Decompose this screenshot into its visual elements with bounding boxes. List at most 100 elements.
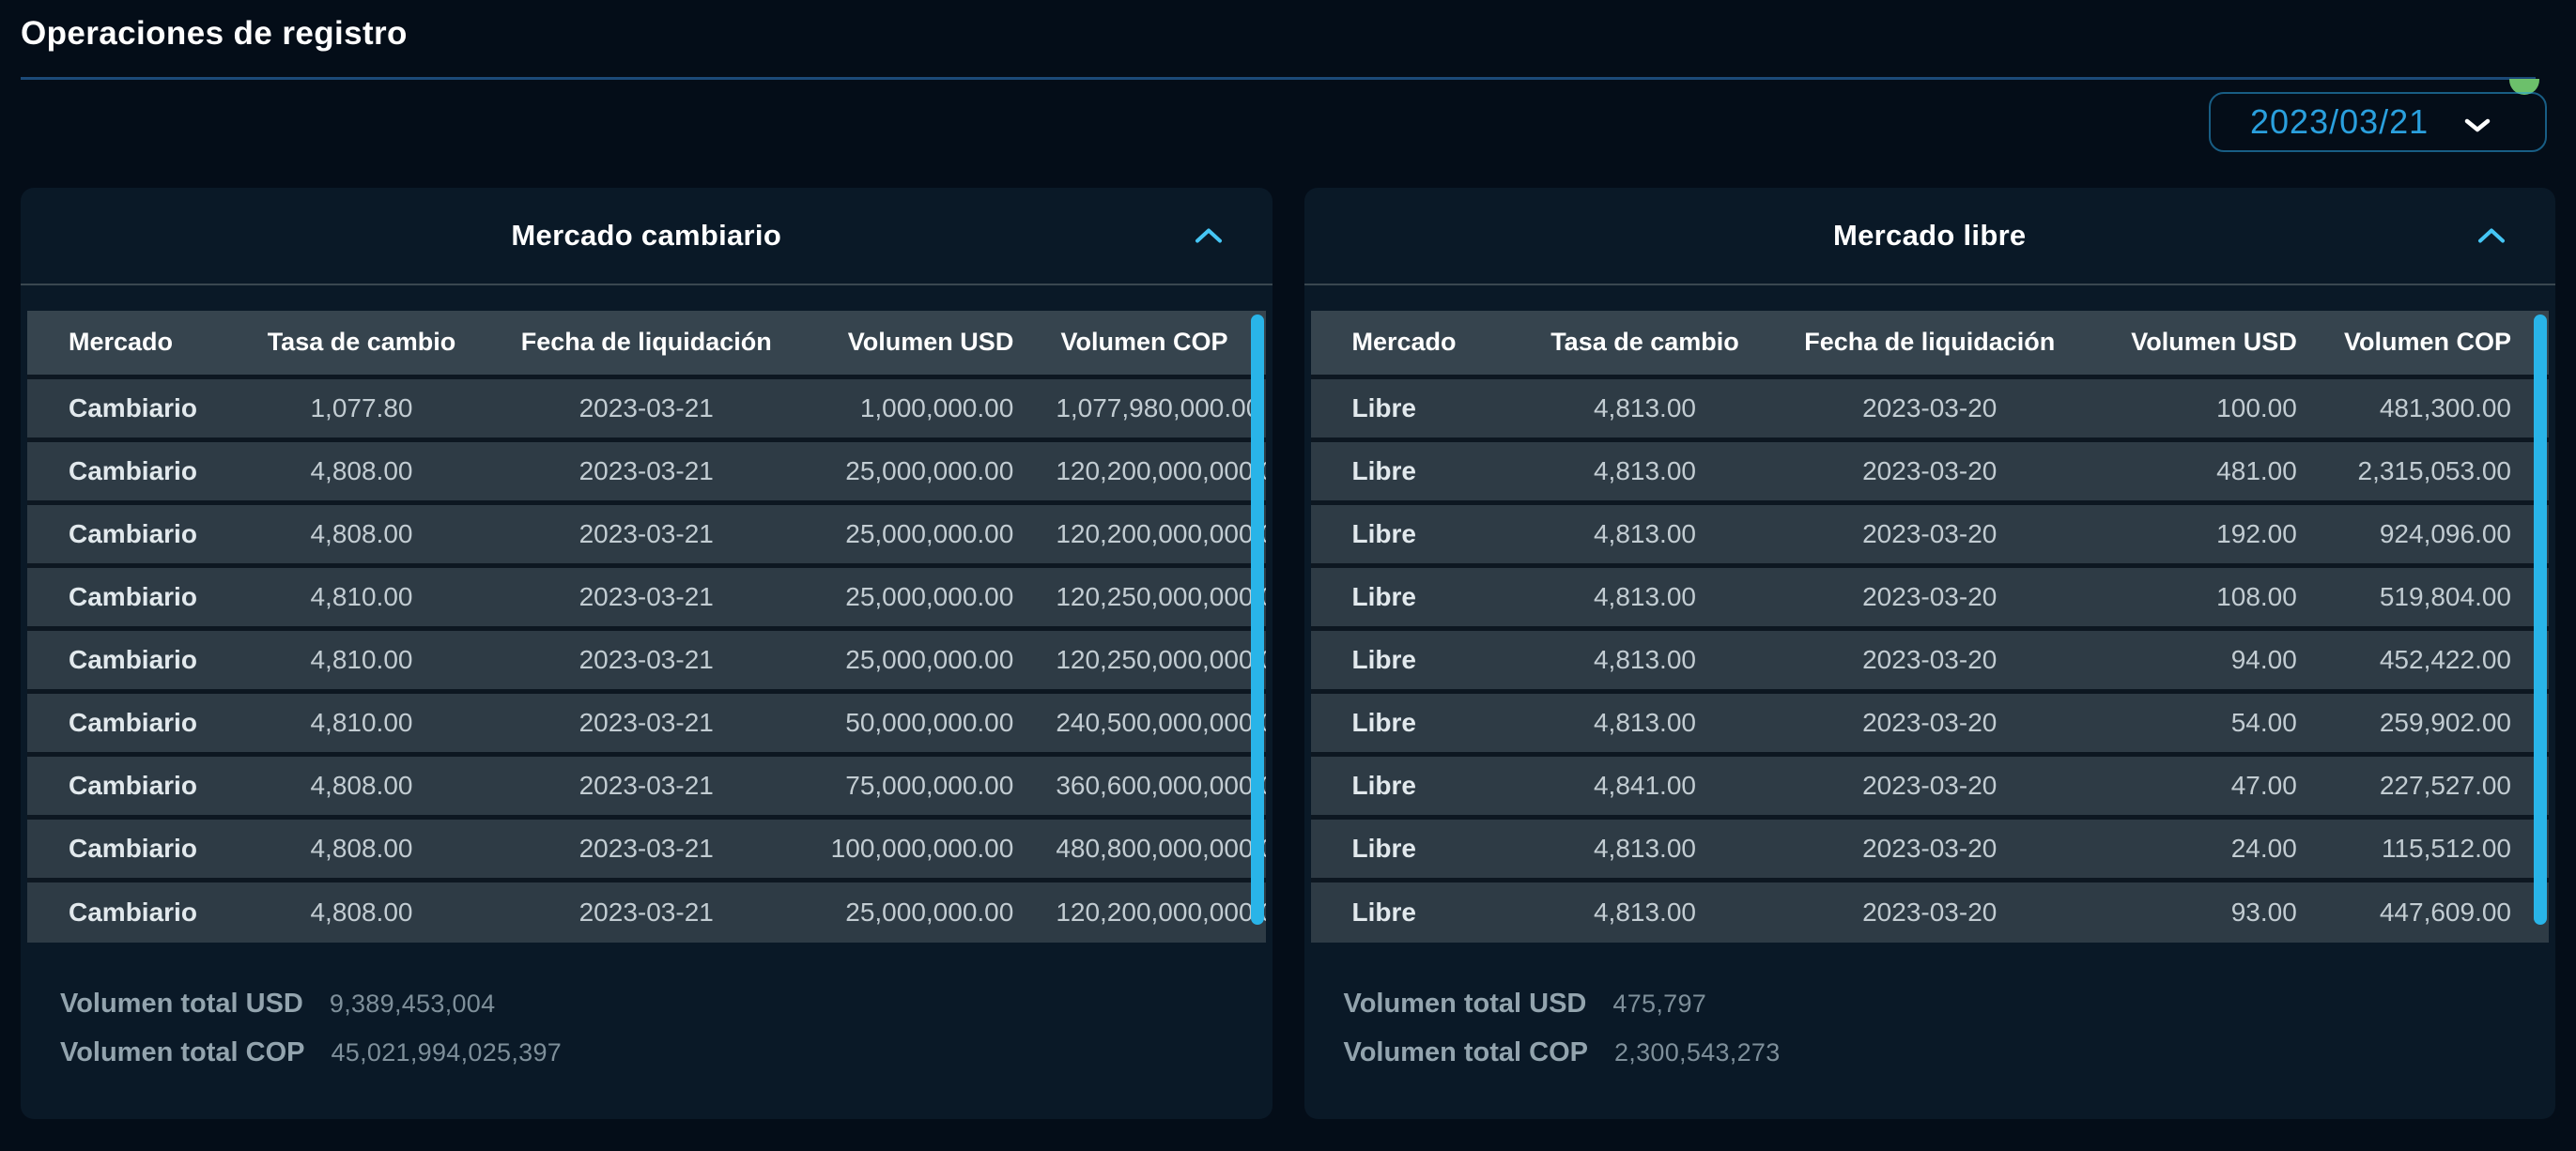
cell-tasa-de-cambio: 4,810.00 [238, 691, 486, 754]
cell-tasa-de-cambio: 4,808.00 [238, 880, 486, 943]
cell-fecha-liquidacion: 2023-03-20 [1768, 817, 2091, 880]
cell-tasa-de-cambio: 4,813.00 [1520, 565, 1769, 628]
scrollbar-thumb[interactable] [1250, 315, 1264, 925]
cell-fecha-liquidacion: 2023-03-21 [485, 565, 808, 628]
total-cop-row: Volumen total COP 2,300,543,273 [1344, 1037, 2517, 1069]
cell-volumen-cop: 120,250,000,000.00 [1055, 565, 1266, 628]
cell-mercado: Cambiario [27, 880, 239, 943]
cell-volumen-cop: 924,096.00 [2337, 502, 2549, 565]
column-header-fecha-liquidacion: Fecha de liquidación [485, 311, 808, 376]
table-row: Libre 4,841.00 2023-03-20 47.00 227,527.… [1310, 754, 2549, 817]
cell-volumen-cop: 452,422.00 [2337, 628, 2549, 691]
cell-mercado: Cambiario [27, 565, 239, 628]
cell-volumen-cop: 120,200,000,000.00 [1055, 502, 1266, 565]
cell-volumen-cop: 2,315,053.00 [2337, 439, 2549, 502]
table-row: Libre 4,813.00 2023-03-20 481.00 2,315,0… [1310, 439, 2549, 502]
column-header-volumen-usd: Volumen USD [807, 311, 1056, 376]
cell-mercado: Cambiario [27, 502, 239, 565]
cell-mercado: Libre [1310, 502, 1521, 565]
table-row: Libre 4,813.00 2023-03-20 192.00 924,096… [1310, 502, 2549, 565]
cell-volumen-cop: 120,200,000,000.00 [1055, 439, 1266, 502]
cell-volumen-cop: 120,250,000,000.00 [1055, 628, 1266, 691]
column-header-volumen-usd: Volumen USD [2090, 311, 2338, 376]
cell-volumen-usd: 93.00 [2090, 880, 2338, 943]
table-row: Cambiario 1,077.80 2023-03-21 1,000,000.… [27, 376, 1266, 439]
title-divider [21, 77, 2536, 80]
cell-mercado: Cambiario [27, 439, 239, 502]
cell-mercado: Cambiario [27, 817, 239, 880]
total-cop-label: Volumen total COP [60, 1037, 305, 1067]
cell-mercado: Libre [1310, 880, 1521, 943]
cell-volumen-cop: 480,800,000,000.00 [1055, 817, 1266, 880]
cell-volumen-cop: 115,512.00 [2337, 817, 2549, 880]
collapse-button[interactable] [1194, 227, 1224, 245]
cell-tasa-de-cambio: 4,808.00 [238, 502, 486, 565]
panel-header-mercado-cambiario[interactable]: Mercado cambiario [21, 188, 1273, 285]
column-header-tasa-de-cambio: Tasa de cambio [1520, 311, 1769, 376]
operations-table: Mercado Tasa de cambio Fecha de liquidac… [1310, 311, 2549, 943]
total-cop-value: 45,021,994,025,397 [331, 1038, 563, 1067]
cell-mercado: Libre [1310, 628, 1521, 691]
cell-tasa-de-cambio: 4,808.00 [238, 754, 486, 817]
cell-mercado: Cambiario [27, 754, 239, 817]
operations-table: Mercado Tasa de cambio Fecha de liquidac… [27, 311, 1266, 943]
table-row: Cambiario 4,808.00 2023-03-21 25,000,000… [27, 439, 1266, 502]
panel-header-mercado-libre[interactable]: Mercado libre [1303, 188, 2555, 285]
cell-mercado: Cambiario [27, 628, 239, 691]
panels-container: Mercado cambiario Mercado Tasa de cambio… [21, 188, 2555, 1119]
panel-title: Mercado cambiario [511, 219, 782, 252]
cell-volumen-usd: 94.00 [2090, 628, 2338, 691]
cell-mercado: Libre [1310, 565, 1521, 628]
cell-volumen-cop: 120,200,000,000.00 [1055, 880, 1266, 943]
cell-volumen-usd: 25,000,000.00 [807, 502, 1056, 565]
table-row: Cambiario 4,808.00 2023-03-21 75,000,000… [27, 754, 1266, 817]
cell-volumen-cop: 240,500,000,000.00 [1055, 691, 1266, 754]
total-usd-label: Volumen total USD [60, 989, 303, 1019]
cell-volumen-usd: 192.00 [2090, 502, 2338, 565]
cell-volumen-usd: 24.00 [2090, 817, 2338, 880]
table-row: Cambiario 4,808.00 2023-03-21 25,000,000… [27, 502, 1266, 565]
collapse-button[interactable] [2476, 227, 2507, 245]
date-picker-value: 2023/03/21 [2250, 102, 2429, 141]
table-row: Libre 4,813.00 2023-03-20 94.00 452,422.… [1310, 628, 2549, 691]
cell-volumen-usd: 25,000,000.00 [807, 565, 1056, 628]
cell-fecha-liquidacion: 2023-03-20 [1768, 565, 2091, 628]
table-row: Libre 4,813.00 2023-03-20 24.00 115,512.… [1310, 817, 2549, 880]
cell-tasa-de-cambio: 4,813.00 [1520, 439, 1769, 502]
table-header-row: Mercado Tasa de cambio Fecha de liquidac… [27, 311, 1266, 376]
table-header-row: Mercado Tasa de cambio Fecha de liquidac… [1310, 311, 2549, 376]
cell-fecha-liquidacion: 2023-03-21 [485, 754, 808, 817]
cell-fecha-liquidacion: 2023-03-21 [485, 502, 808, 565]
cell-tasa-de-cambio: 4,841.00 [1520, 754, 1769, 817]
table-row: Cambiario 4,808.00 2023-03-21 100,000,00… [27, 817, 1266, 880]
cell-tasa-de-cambio: 4,813.00 [1520, 880, 1769, 943]
cell-volumen-cop: 259,902.00 [2337, 691, 2549, 754]
cell-fecha-liquidacion: 2023-03-21 [485, 376, 808, 439]
chevron-up-icon [1194, 228, 1224, 248]
cell-fecha-liquidacion: 2023-03-21 [485, 628, 808, 691]
cell-volumen-usd: 25,000,000.00 [807, 439, 1056, 502]
cell-mercado: Libre [1310, 691, 1521, 754]
cell-fecha-liquidacion: 2023-03-20 [1768, 691, 2091, 754]
cell-volumen-usd: 25,000,000.00 [807, 628, 1056, 691]
cell-mercado: Libre [1310, 817, 1521, 880]
cell-mercado: Cambiario [27, 376, 239, 439]
cell-volumen-usd: 1,000,000.00 [807, 376, 1056, 439]
cell-volumen-cop: 360,600,000,000.00 [1055, 754, 1266, 817]
column-header-tasa-de-cambio: Tasa de cambio [238, 311, 486, 376]
cell-mercado: Cambiario [27, 691, 239, 754]
cell-tasa-de-cambio: 4,810.00 [238, 628, 486, 691]
cell-tasa-de-cambio: 4,813.00 [1520, 691, 1769, 754]
cell-fecha-liquidacion: 2023-03-20 [1768, 628, 2091, 691]
table-viewport: Mercado Tasa de cambio Fecha de liquidac… [1310, 311, 2549, 981]
scrollbar-thumb[interactable] [2534, 315, 2547, 925]
cell-volumen-cop: 481,300.00 [2337, 376, 2549, 439]
cell-volumen-cop: 1,077,980,000.00 [1055, 376, 1266, 439]
cell-volumen-usd: 25,000,000.00 [807, 880, 1056, 943]
column-header-mercado: Mercado [1310, 311, 1521, 376]
total-usd-row: Volumen total USD 9,389,453,004 [60, 989, 1233, 1021]
cell-tasa-de-cambio: 4,813.00 [1520, 376, 1769, 439]
table-row: Cambiario 4,810.00 2023-03-21 25,000,000… [27, 628, 1266, 691]
table-row: Libre 4,813.00 2023-03-20 93.00 447,609.… [1310, 880, 2549, 943]
date-picker-select[interactable]: 2023/03/21 [2209, 92, 2547, 152]
